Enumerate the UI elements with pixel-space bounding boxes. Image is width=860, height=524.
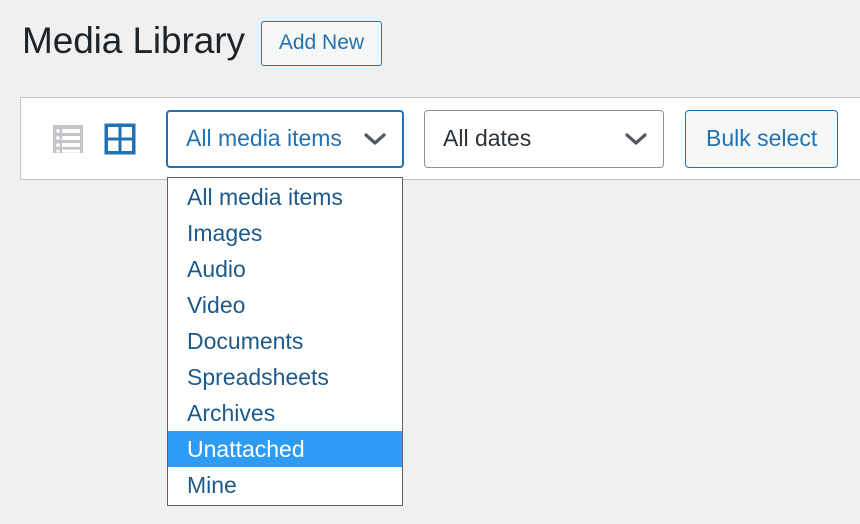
media-type-dropdown-list[interactable]: All media items Images Audio Video Documents… bbox=[167, 177, 403, 506]
dropdown-option[interactable]: Documents bbox=[168, 323, 402, 359]
dropdown-option[interactable]: All media items bbox=[168, 179, 402, 215]
dropdown-option[interactable]: Images bbox=[168, 215, 402, 251]
page-header: Media Library Add New bbox=[0, 0, 383, 82]
list-view-icon[interactable] bbox=[51, 122, 85, 156]
dropdown-option[interactable]: Unattached bbox=[168, 431, 402, 467]
grid-view-icon[interactable] bbox=[103, 122, 137, 156]
media-type-select-value: All media items bbox=[186, 125, 342, 151]
view-mode-switch bbox=[51, 122, 137, 156]
toolbar-inner: All media items All dates Bulk select bbox=[21, 98, 860, 179]
dropdown-option[interactable]: Mine bbox=[168, 467, 402, 503]
dropdown-option[interactable]: Archives bbox=[168, 395, 402, 431]
chevron-down-icon bbox=[625, 132, 647, 146]
dropdown-option[interactable]: Spreadsheets bbox=[168, 359, 402, 395]
dropdown-option[interactable]: Video bbox=[168, 287, 402, 323]
dropdown-option[interactable]: Audio bbox=[168, 251, 402, 287]
media-toolbar: All media items All dates Bulk select bbox=[20, 97, 860, 180]
dates-select-value: All dates bbox=[443, 125, 532, 151]
add-new-button[interactable]: Add New bbox=[260, 20, 383, 66]
chevron-down-icon bbox=[364, 132, 386, 146]
dates-select[interactable]: All dates bbox=[424, 109, 664, 168]
media-type-select[interactable]: All media items bbox=[166, 109, 404, 168]
bulk-select-button[interactable]: Bulk select bbox=[685, 109, 839, 168]
page-title: Media Library bbox=[22, 19, 245, 61]
